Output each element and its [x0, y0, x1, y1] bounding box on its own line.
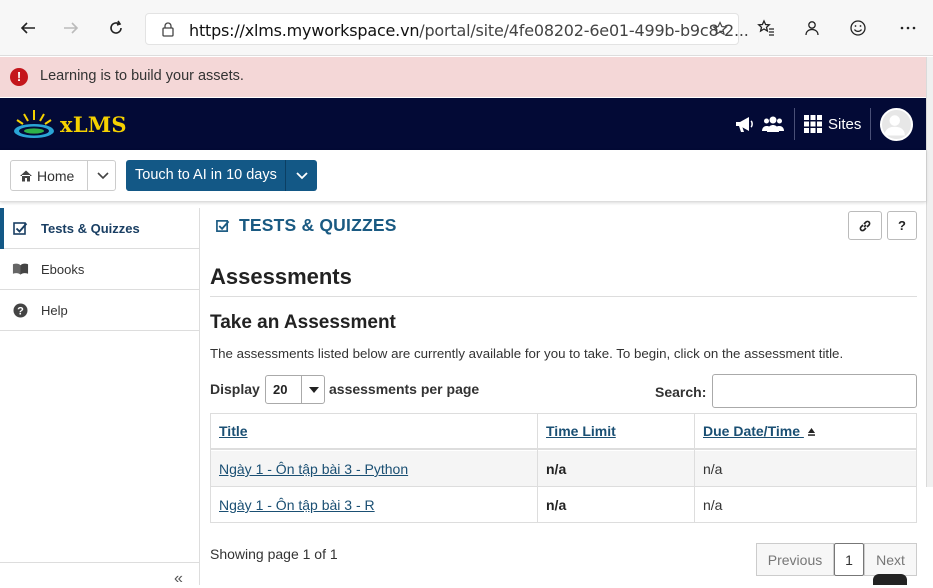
chevron-down-icon[interactable] — [285, 160, 317, 191]
banner-text: Learning is to build your assets. — [40, 68, 244, 84]
error-icon: ! — [10, 68, 28, 86]
time-limit-cell: n/a — [546, 497, 567, 513]
sidebar-item-label: Ebooks — [41, 261, 85, 277]
browser-toolbar: https://xlms.myworkspace.vn/portal/site/… — [0, 0, 933, 56]
pagination-status: Showing page 1 of 1 — [210, 546, 338, 562]
current-page-button[interactable]: 1 — [834, 543, 864, 576]
per-page-label: assessments per page — [329, 381, 480, 397]
lock-icon[interactable] — [160, 21, 176, 37]
grid-icon — [804, 115, 822, 133]
refresh-icon[interactable] — [102, 14, 130, 42]
url-host: https://xlms.myworkspace.vn — [189, 21, 420, 40]
column-header-time-limit[interactable]: Time Limit — [538, 414, 695, 450]
due-date-cell: n/a — [703, 497, 723, 513]
tool-title-text: TESTS & QUIZZES — [239, 215, 397, 235]
sites-label: Sites — [828, 115, 862, 133]
assessments-table: Title Time Limit Due Date/Time Ngày 1 - … — [210, 413, 917, 523]
svg-text:?: ? — [17, 305, 24, 317]
megaphone-icon[interactable] — [734, 113, 756, 138]
sidebar-divider — [0, 562, 200, 563]
caret-down-icon[interactable] — [301, 376, 325, 403]
sites-button[interactable]: Sites — [803, 113, 861, 135]
time-limit-cell: n/a — [546, 461, 567, 477]
chevron-down-icon[interactable] — [87, 161, 117, 190]
tool-title: TESTS & QUIZZES — [216, 215, 397, 236]
home-button[interactable]: Home — [10, 160, 116, 191]
link-icon — [859, 220, 871, 231]
header-divider — [870, 108, 871, 140]
users-icon[interactable] — [762, 113, 784, 138]
column-header-title[interactable]: Title — [211, 414, 538, 450]
alert-banner: ! Learning is to build your assets. — [0, 57, 926, 97]
sidebar-item-label: Help — [41, 302, 68, 318]
check-square-icon — [12, 220, 29, 237]
current-site-button[interactable]: Touch to AI in 10 days — [126, 160, 317, 191]
table-row: Ngày 1 - Ôn tập bài 3 - R n/a n/a — [211, 487, 916, 523]
help-circle-icon: ? — [12, 302, 29, 319]
sidebar-item-help[interactable]: ? Help — [0, 290, 199, 331]
emoji-feedback-icon[interactable] — [844, 14, 872, 42]
due-date-cell: n/a — [703, 461, 723, 477]
scrollbar[interactable] — [926, 57, 933, 487]
url-path: /portal/site/4fe08202-6e01-499b-b9c8-2..… — [419, 21, 749, 40]
heading-divider — [210, 296, 917, 297]
book-icon — [12, 261, 29, 278]
favorites-icon[interactable] — [752, 14, 780, 42]
floating-widget[interactable] — [873, 574, 907, 585]
sidebar-item-ebooks[interactable]: Ebooks — [0, 249, 199, 290]
header-divider — [794, 108, 795, 140]
collapse-sidebar-icon[interactable]: « — [174, 570, 183, 588]
search-label: Search: — [655, 384, 707, 400]
search-input[interactable] — [712, 374, 917, 408]
home-label: Home — [37, 168, 75, 184]
previous-page-button[interactable]: Previous — [756, 543, 834, 576]
tool-sidebar: Tests & Quizzes Ebooks ? Help — [0, 208, 200, 585]
check-square-icon — [216, 219, 230, 232]
page-size-value: 20 — [273, 382, 288, 397]
site-header: xLMS Sites — [0, 98, 926, 150]
logo-text: xLMS — [60, 112, 127, 137]
address-bar[interactable]: https://xlms.myworkspace.vn/portal/site/… — [145, 13, 749, 45]
sort-ascending-icon — [807, 428, 815, 436]
assessment-title-link[interactable]: Ngày 1 - Ôn tập bài 3 - Python — [211, 451, 416, 487]
site-navigation: Home Touch to AI in 10 days — [0, 150, 926, 202]
url-text: https://xlms.myworkspace.vn/portal/site/… — [189, 21, 749, 40]
due-date-header-label: Due Date/Time — [703, 423, 800, 439]
forward-icon[interactable] — [57, 14, 85, 42]
page-title: Assessments — [210, 264, 352, 289]
site-label: Touch to AI in 10 days — [135, 167, 277, 183]
display-label: Display — [210, 381, 260, 397]
help-button[interactable]: ? — [887, 211, 917, 240]
home-link[interactable]: Home — [19, 168, 74, 184]
column-divider — [694, 414, 695, 522]
link-button[interactable] — [848, 211, 882, 240]
table-row: Ngày 1 - Ôn tập bài 3 - Python n/a n/a — [211, 451, 916, 487]
column-divider — [537, 414, 538, 522]
assessment-title-link[interactable]: Ngày 1 - Ôn tập bài 3 - R — [211, 487, 383, 523]
instructions-text: The assessments listed below are current… — [210, 346, 844, 361]
page-size-select[interactable]: 20 — [265, 375, 325, 404]
sidebar-item-label: Tests & Quizzes — [41, 220, 140, 236]
next-page-button[interactable]: Next — [864, 543, 917, 576]
more-menu-icon[interactable] — [894, 14, 922, 42]
column-header-due-date[interactable]: Due Date/Time — [695, 414, 916, 450]
avatar[interactable] — [880, 108, 913, 141]
home-icon — [20, 170, 32, 182]
profile-icon[interactable] — [798, 14, 826, 42]
section-title: Take an Assessment — [210, 312, 396, 333]
back-icon[interactable] — [14, 14, 42, 42]
sidebar-item-tests-quizzes[interactable]: Tests & Quizzes — [0, 208, 199, 249]
favorite-star-icon[interactable] — [712, 21, 728, 37]
